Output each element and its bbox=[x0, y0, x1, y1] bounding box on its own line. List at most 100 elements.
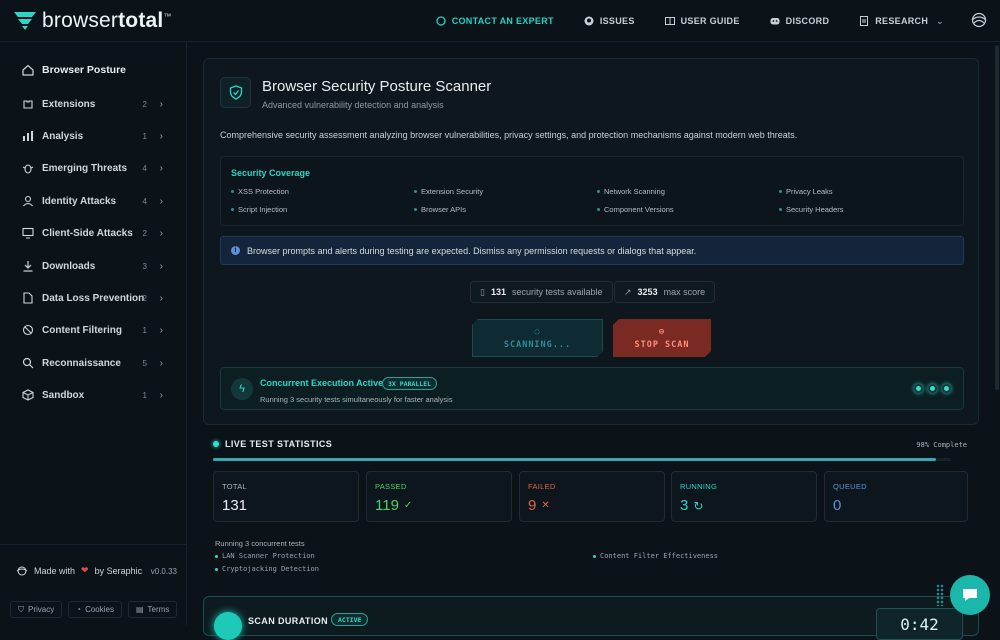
chat-launcher-button[interactable] bbox=[950, 575, 990, 615]
chevron-right-icon: › bbox=[159, 227, 163, 239]
activity-dot bbox=[928, 384, 937, 393]
page-subtitle: Advanced vulnerability detection and ana… bbox=[262, 100, 444, 110]
home-icon bbox=[22, 64, 34, 76]
activity-dot bbox=[942, 384, 951, 393]
nav-contact-expert[interactable]: CONTACT AN EXPERT bbox=[436, 16, 554, 26]
cookie-icon: ◔ bbox=[76, 605, 82, 614]
info-icon: i bbox=[231, 246, 240, 255]
book-icon bbox=[664, 17, 675, 25]
live-test-statistics: LIVE TEST STATISTICS 98% Complete TOTAL … bbox=[203, 428, 979, 588]
coverage-item: Security Headers bbox=[779, 205, 844, 214]
top-bar: browsertotal™ CONTACT AN EXPERT ISSUES U… bbox=[0, 0, 1000, 42]
sidebar-item-analysis[interactable]: Analysis 1 › bbox=[0, 122, 187, 150]
made-with-credit[interactable]: Made with ❤ by Seraphic bbox=[16, 565, 142, 576]
sidebar-item-identity-attacks[interactable]: Identity Attacks 4 › bbox=[0, 187, 187, 215]
chevron-right-icon: › bbox=[159, 162, 163, 174]
page-scrollbar[interactable] bbox=[995, 45, 999, 390]
download-icon bbox=[23, 261, 33, 272]
chat-bubble-icon bbox=[963, 589, 977, 601]
chat-icon bbox=[436, 16, 446, 26]
scanning-button[interactable]: ◌ SCANNING... bbox=[472, 319, 603, 357]
sidebar-item-emerging-threats[interactable]: Emerging Threats 4 › bbox=[0, 154, 187, 182]
chevron-right-icon: › bbox=[159, 389, 163, 401]
max-score-pill: ↗ 3253 max score bbox=[614, 281, 716, 303]
sidebar-item-sandbox[interactable]: Sandbox 1 › bbox=[0, 381, 187, 409]
grid-dots-decoration bbox=[936, 584, 944, 606]
stat-running: RUNNING 3 ↻ bbox=[671, 471, 817, 522]
sidebar-item-downloads[interactable]: Downloads 3 › bbox=[0, 252, 187, 280]
trending-up-icon: ↗ bbox=[624, 286, 632, 297]
concurrent-title: Concurrent Execution Active bbox=[260, 378, 384, 388]
active-badge: ACTIVE bbox=[331, 613, 369, 626]
page-description: Comprehensive security assessment analyz… bbox=[220, 130, 798, 140]
stop-icon: ⊖ bbox=[658, 326, 666, 337]
monitor-icon bbox=[22, 227, 34, 239]
heart-icon: ❤ bbox=[81, 565, 89, 575]
progress-bar bbox=[213, 458, 951, 461]
user-icon bbox=[23, 195, 33, 207]
footer-links: ⛉ Privacy ◔ Cookies ▤ Terms bbox=[10, 601, 178, 618]
security-coverage: Security Coverage XSS Protection Extensi… bbox=[220, 156, 964, 226]
lightning-icon: ϟ bbox=[231, 378, 253, 400]
sidebar-item-browser-posture[interactable]: Browser Posture bbox=[0, 56, 187, 84]
stats-title: LIVE TEST STATISTICS bbox=[213, 439, 332, 449]
progress-fill bbox=[213, 458, 937, 461]
coverage-item: Script Injection bbox=[231, 205, 287, 214]
brand-name: browsertotal™ bbox=[42, 9, 172, 32]
page-title: Browser Security Posture Scanner bbox=[262, 78, 492, 95]
check-icon: ✓ bbox=[403, 500, 413, 511]
coverage-item: Network Scanning bbox=[597, 187, 665, 196]
coverage-item: XSS Protection bbox=[231, 187, 289, 196]
document-icon bbox=[860, 16, 869, 26]
clipboard-icon: ▯ bbox=[480, 286, 485, 297]
cookies-link[interactable]: ◔ Cookies bbox=[68, 601, 122, 618]
chevron-right-icon: › bbox=[159, 98, 163, 110]
seraphic-logo-icon[interactable] bbox=[970, 12, 988, 28]
scan-duration-card: SCAN DURATION ACTIVE 0:42 bbox=[203, 596, 979, 640]
nav-discord[interactable]: DISCORD bbox=[770, 16, 830, 26]
puzzle-icon bbox=[23, 100, 33, 109]
chevron-right-icon: › bbox=[159, 195, 163, 207]
brand-mark-icon bbox=[14, 12, 36, 30]
spinner-icon: ◌ bbox=[534, 326, 541, 337]
sidebar-item-content-filtering[interactable]: Content Filtering 1 › bbox=[0, 316, 187, 344]
seraphic-icon bbox=[16, 566, 28, 575]
privacy-link[interactable]: ⛉ Privacy bbox=[10, 601, 63, 618]
sidebar-item-reconnaissance[interactable]: Reconnaissance 5 › bbox=[0, 349, 187, 377]
sidebar: Browser Posture Extensions 2 › Analysis … bbox=[0, 42, 187, 625]
stop-scan-button[interactable]: ⊖ STOP SCAN bbox=[613, 319, 711, 357]
top-nav: CONTACT AN EXPERT ISSUES USER GUIDE DISC… bbox=[436, 0, 944, 42]
chevron-right-icon: › bbox=[159, 357, 163, 369]
coverage-item: Component Versions bbox=[597, 205, 674, 214]
terms-link[interactable]: ▤ Terms bbox=[127, 601, 178, 618]
coverage-item: Privacy Leaks bbox=[779, 187, 833, 196]
chevron-right-icon: › bbox=[159, 130, 163, 142]
x-icon: ✕ bbox=[541, 500, 550, 511]
block-icon bbox=[22, 324, 34, 336]
nav-issues[interactable]: ISSUES bbox=[584, 16, 635, 26]
sidebar-footer: Made with ❤ by Seraphic v0.0.33 ⛉ Privacy… bbox=[0, 544, 187, 625]
sidebar-item-extensions[interactable]: Extensions 2 › bbox=[0, 90, 187, 118]
duration-timer: 0:42 bbox=[876, 608, 963, 640]
discord-icon bbox=[770, 18, 780, 25]
spinner-icon: ↻ bbox=[693, 498, 704, 513]
running-test-item: Content Filter Effectiveness bbox=[593, 552, 718, 560]
nav-research[interactable]: RESEARCH ⌄ bbox=[859, 16, 944, 27]
coverage-title: Security Coverage bbox=[231, 168, 311, 178]
tests-available-pill: ▯ 131 security tests available bbox=[470, 281, 613, 303]
shield-check-icon bbox=[229, 85, 242, 100]
running-test-item: Cryptojacking Detection bbox=[215, 565, 319, 573]
brand-logo[interactable]: browsertotal™ bbox=[14, 9, 172, 33]
stat-passed: PASSED 119 ✓ bbox=[366, 471, 512, 522]
sidebar-item-client-side-attacks[interactable]: Client-Side Attacks 2 › bbox=[0, 219, 187, 247]
file-icon bbox=[23, 292, 33, 304]
chevron-right-icon: › bbox=[159, 260, 163, 272]
info-notice: i Browser prompts and alerts during test… bbox=[220, 236, 964, 265]
box-icon bbox=[22, 389, 34, 401]
chevron-right-icon: › bbox=[159, 292, 163, 304]
coverage-item: Extension Security bbox=[414, 187, 483, 196]
sidebar-item-data-loss-prevention[interactable]: Data Loss Prevention 2 › bbox=[0, 284, 187, 312]
scanner-card: Browser Security Posture Scanner Advance… bbox=[203, 58, 979, 425]
nav-user-guide[interactable]: USER GUIDE bbox=[664, 16, 740, 26]
parallel-badge: 3X PARALLEL bbox=[382, 377, 438, 390]
